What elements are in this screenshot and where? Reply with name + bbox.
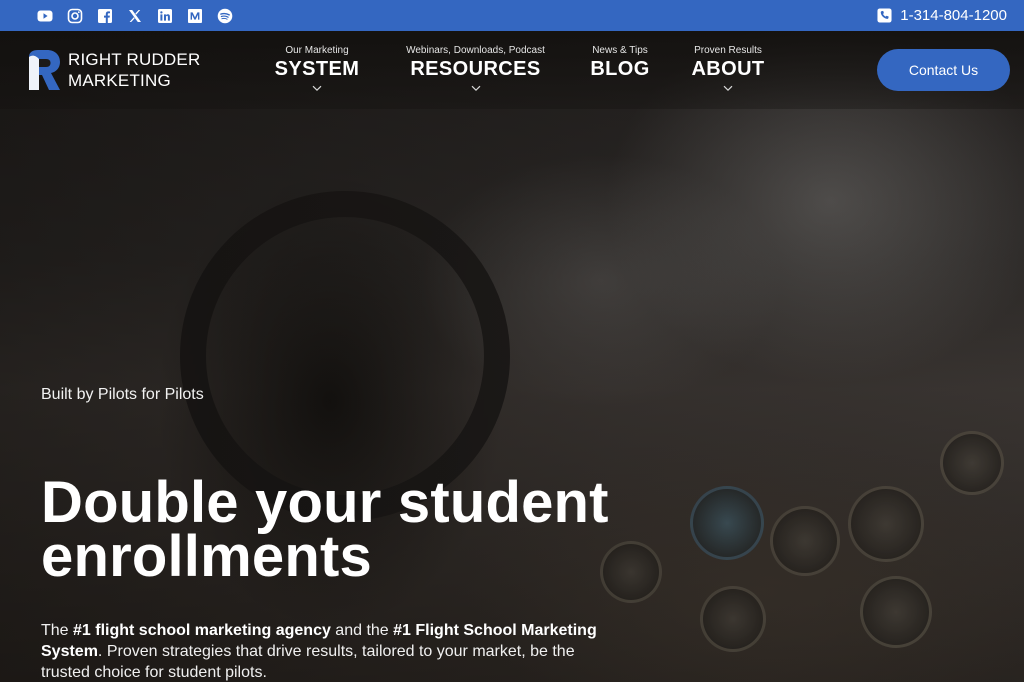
phone-icon bbox=[877, 8, 892, 23]
nav-item-subtitle: News & Tips bbox=[592, 45, 648, 56]
nav-item-label: ABOUT bbox=[691, 58, 765, 80]
x-twitter-icon[interactable] bbox=[127, 8, 143, 24]
site-logo[interactable]: RIGHT RUDDER MARKETING bbox=[27, 49, 200, 91]
nav-item-about[interactable]: Proven Results ABOUT bbox=[688, 45, 768, 92]
chevron-down-icon bbox=[723, 85, 733, 92]
hero-eyebrow: Built by Pilots for Pilots bbox=[41, 386, 204, 403]
chevron-down-icon bbox=[312, 85, 322, 92]
top-social-bar: 1-314-804-1200 bbox=[0, 0, 1024, 31]
hero-lead-paragraph: The #1 flight school marketing agency an… bbox=[41, 620, 621, 682]
nav-item-label: BLOG bbox=[590, 58, 650, 80]
lead-text: The bbox=[41, 622, 74, 639]
lead-text: . Proven strategies that drive results, … bbox=[41, 643, 575, 681]
nav-item-subtitle: Webinars, Downloads, Podcast bbox=[406, 45, 545, 56]
main-nav: RIGHT RUDDER MARKETING Our Marketing SYS… bbox=[0, 31, 1024, 109]
phone-number: 1-314-804-1200 bbox=[900, 7, 1007, 24]
nav-item-subtitle: Our Marketing bbox=[285, 45, 349, 56]
medium-icon[interactable] bbox=[187, 8, 203, 24]
nav-item-system[interactable]: Our Marketing SYSTEM bbox=[272, 45, 362, 92]
chevron-down-icon bbox=[471, 85, 480, 92]
hero-headline: Double your student enrollments bbox=[41, 470, 609, 589]
nav-item-resources[interactable]: Webinars, Downloads, Podcast RESOURCES bbox=[398, 45, 553, 92]
nav-item-label: RESOURCES bbox=[410, 58, 541, 80]
lead-emphasis: #1 flight school marketing agency bbox=[73, 622, 331, 639]
youtube-icon[interactable] bbox=[37, 8, 53, 24]
logo-line-2: MARKETING bbox=[68, 71, 171, 90]
nav-item-label: SYSTEM bbox=[274, 58, 360, 80]
social-links bbox=[37, 8, 233, 24]
logo-line-1: RIGHT RUDDER bbox=[68, 50, 201, 69]
logo-wordmark: RIGHT RUDDER MARKETING bbox=[68, 49, 200, 91]
phone-link[interactable]: 1-314-804-1200 bbox=[877, 7, 1007, 24]
lead-text: and the bbox=[330, 622, 394, 639]
spotify-icon[interactable] bbox=[217, 8, 233, 24]
contact-us-button[interactable]: Contact Us bbox=[877, 49, 1010, 91]
facebook-icon[interactable] bbox=[97, 8, 113, 24]
nav-item-blog[interactable]: News & Tips BLOG bbox=[585, 45, 655, 81]
nav-item-subtitle: Proven Results bbox=[694, 45, 762, 56]
instagram-icon[interactable] bbox=[67, 8, 83, 24]
linkedin-icon[interactable] bbox=[157, 8, 173, 24]
logo-r-icon bbox=[29, 50, 60, 90]
